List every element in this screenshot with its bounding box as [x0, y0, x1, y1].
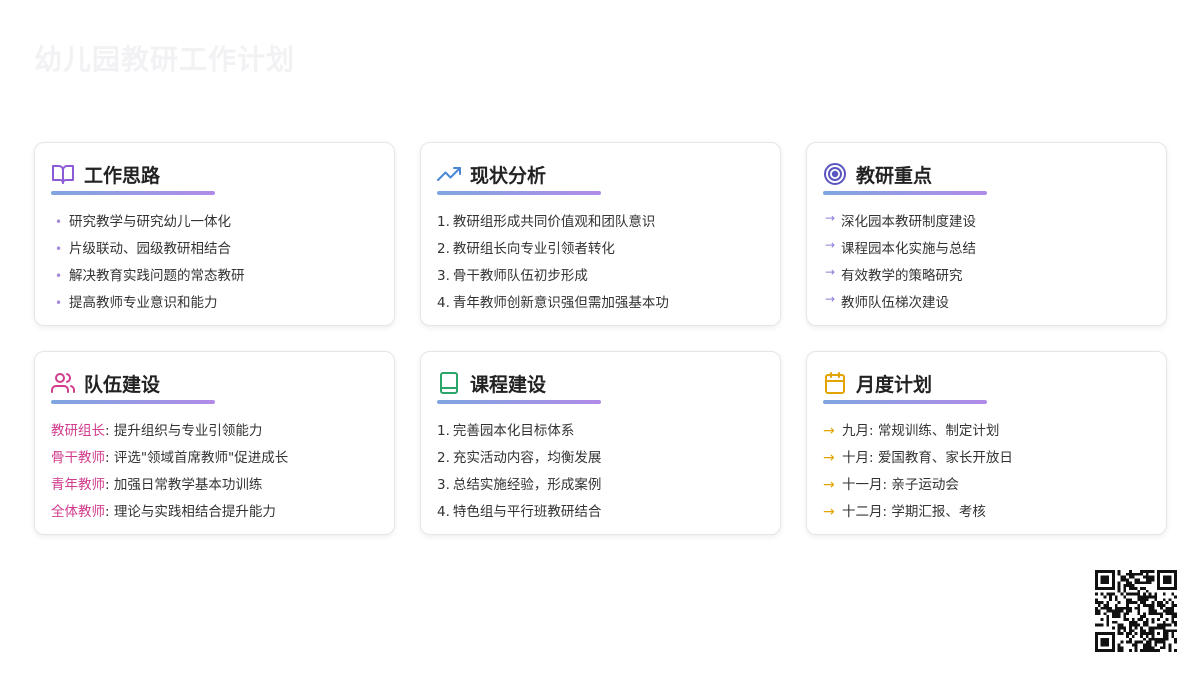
card-research-focus: 教研重点 → 深化园本教研制度建设 → 课程园本化实施与总结 → 有效教学的策略研究 …: [806, 142, 1167, 326]
book-icon: [440, 372, 458, 394]
list-item: 全体教师: 理论与实践相结合提升能力: [51, 499, 378, 526]
arrow-icon: →: [823, 450, 835, 466]
arrow-icon: →: [823, 423, 835, 439]
list-item: 3. 总结实施经验，形成案例: [437, 477, 602, 493]
list-item: • 解决教育实践问题的常态教研: [51, 263, 378, 290]
title-underline: [823, 191, 987, 195]
card-title: 队伍建设: [84, 373, 161, 396]
arrow-icon: →: [825, 292, 836, 306]
title-underline: [823, 400, 987, 404]
list-item: → 深化园本教研制度建设: [823, 209, 1150, 236]
list-item: 2. 教研组长向专业引领者转化: [437, 241, 615, 257]
card-list: → 九月: 常规训练、制定计划 → 十月: 爱国教育、家长开放日 → 十一月: 亲子运…: [823, 418, 1150, 526]
arrow-icon: →: [825, 265, 836, 279]
card-list: 1. 教研组形成共同价值观和团队意识 2. 教研组长向专业引领者转化 3. 骨干教师队…: [437, 209, 764, 317]
card-team-building: 队伍建设 教研组长: 提升组织与专业引领能力 骨干教师: 评选"领域首席教师"促…: [34, 351, 395, 535]
trending-up-icon: [437, 167, 461, 181]
role-label: 青年教师: [51, 477, 105, 493]
title-underline: [437, 400, 601, 404]
list-item: 青年教师: 加强日常教学基本功训练: [51, 472, 378, 499]
dot-bullet: •: [55, 296, 63, 310]
calendar-icon: [825, 372, 845, 394]
card-list: • 研究教学与研究幼儿一体化 • 片级联动、园级教研相结合 • 解决教育实践问题的常态…: [51, 209, 378, 317]
title-underline: [51, 400, 215, 404]
list-item: → 十月: 爱国教育、家长开放日: [823, 445, 1150, 472]
users-icon: [51, 373, 75, 393]
role-label: 教研组长: [51, 423, 105, 439]
role-label: 全体教师: [51, 504, 105, 520]
list-item: • 片级联动、园级教研相结合: [51, 236, 378, 263]
list-item: 骨干教师: 评选"领域首席教师"促进成长: [51, 445, 378, 472]
card-list: 1. 完善园本化目标体系 2. 充实活动内容，均衡发展 3. 总结实施经验，形成案例 …: [437, 418, 764, 526]
list-item: • 提高教师专业意识和能力: [51, 290, 378, 317]
arrow-icon: →: [823, 504, 835, 520]
role-label: 骨干教师: [51, 450, 105, 466]
card-title: 工作思路: [84, 164, 161, 187]
arrow-icon: →: [825, 211, 836, 225]
card-monthly-plan: 月度计划 → 九月: 常规训练、制定计划 → 十月: 爱国教育、家长开放日 → 十一月…: [806, 351, 1167, 535]
list-item: 3. 骨干教师队伍初步形成: [437, 268, 588, 284]
dot-bullet: •: [55, 269, 63, 283]
qr-code-icon: [1095, 570, 1177, 652]
title-underline: [51, 191, 215, 195]
dot-bullet: •: [55, 242, 63, 256]
card-list: 教研组长: 提升组织与专业引领能力 骨干教师: 评选"领域首席教师"促进成长 青…: [51, 418, 378, 526]
title-underline: [437, 191, 601, 195]
list-item: → 九月: 常规训练、制定计划: [823, 418, 1150, 445]
list-item: 4. 特色组与平行班教研结合: [437, 504, 602, 520]
card-list: → 深化园本教研制度建设 → 课程园本化实施与总结 → 有效教学的策略研究 → 教师队伍…: [823, 209, 1150, 317]
list-item: → 课程园本化实施与总结: [823, 236, 1150, 263]
card-title: 教研重点: [856, 164, 933, 187]
card-status-analysis: 现状分析 1. 教研组形成共同价值观和团队意识 2. 教研组长向专业引领者转化 3.…: [420, 142, 781, 326]
card-curriculum: 课程建设 1. 完善园本化目标体系 2. 充实活动内容，均衡发展 3. 总结实施经验，…: [420, 351, 781, 535]
list-item: 4. 青年教师创新意识强但需加强基本功: [437, 295, 669, 311]
list-item: 2. 充实活动内容，均衡发展: [437, 450, 602, 466]
arrow-icon: →: [823, 477, 835, 493]
page-title: 幼儿园教研工作计划: [34, 43, 296, 76]
dot-bullet: •: [55, 215, 63, 229]
card-work-ideas: 工作思路 • 研究教学与研究幼儿一体化 • 片级联动、园级教研相结合 • 解决教育实践…: [34, 142, 395, 326]
list-item: • 研究教学与研究幼儿一体化: [51, 209, 378, 236]
list-item: → 有效教学的策略研究: [823, 263, 1150, 290]
target-icon: [824, 163, 846, 185]
list-item: 1. 教研组形成共同价值观和团队意识: [437, 214, 656, 230]
open-book-icon: [52, 165, 74, 184]
card-title: 现状分析: [470, 164, 547, 187]
list-item: → 教师队伍梯次建设: [823, 290, 1150, 317]
card-title: 月度计划: [856, 373, 933, 396]
arrow-icon: →: [825, 238, 836, 252]
list-item: → 十二月: 学期汇报、考核: [823, 499, 1150, 526]
list-item: → 十一月: 亲子运动会: [823, 472, 1150, 499]
list-item: 教研组长: 提升组织与专业引领能力: [51, 418, 378, 445]
card-title: 课程建设: [470, 373, 547, 396]
list-item: 1. 完善园本化目标体系: [437, 423, 575, 439]
